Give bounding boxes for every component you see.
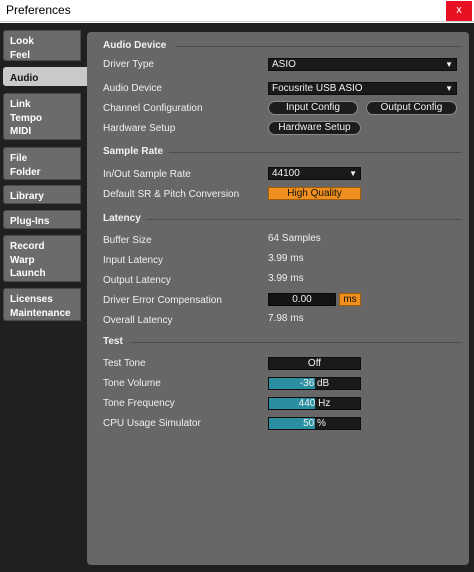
section-divider [131,342,461,343]
title-bar: Preferences x [0,0,474,22]
section-divider [175,46,461,47]
audio-preferences-panel: Audio Device Driver Type ASIO ▼ Audio De… [87,32,469,565]
buffer-size-label: Buffer Size [103,235,152,246]
tab-link-tempo-midi[interactable]: Link Tempo MIDI [3,93,81,140]
section-divider [169,152,461,153]
channel-configuration-label: Channel Configuration [103,103,203,114]
audio-device-dropdown[interactable]: Focusrite USB ASIO ▼ [268,82,457,95]
section-audio-device: Audio Device [103,40,167,51]
sample-rate-dropdown[interactable]: 44100 ▼ [268,167,361,180]
overall-latency-label: Overall Latency [103,315,173,326]
test-tone-toggle[interactable]: Off [268,357,361,370]
overall-latency-value: 7.98 ms [268,313,304,324]
sr-conversion-quality-toggle[interactable]: High Quality [268,187,361,200]
tone-frequency-slider[interactable]: 440 Hz [268,397,361,410]
tab-file-folder[interactable]: File Folder [3,147,81,180]
in-out-sample-rate-label: In/Out Sample Rate [103,169,191,180]
section-divider [147,219,461,220]
cpu-usage-simulator-label: CPU Usage Simulator [103,418,201,429]
tone-frequency-value: 440 Hz [298,398,331,409]
output-config-button[interactable]: Output Config [366,101,457,115]
output-latency-value: 3.99 ms [268,273,304,284]
tab-label: Licenses Maintenance [10,294,71,319]
tab-label: Audio [10,73,39,84]
tab-plug-ins[interactable]: Plug-Ins [3,210,81,229]
triangle-down-icon: ▼ [445,84,453,93]
audio-device-label: Audio Device [103,83,162,94]
window-title: Preferences [6,3,71,17]
tab-library[interactable]: Library [3,185,81,204]
input-config-button[interactable]: Input Config [268,101,358,115]
tone-volume-label: Tone Volume [103,378,161,389]
driver-error-unit: ms [339,293,361,306]
sample-rate-value: 44100 [272,168,300,179]
triangle-down-icon: ▼ [445,60,453,69]
tab-label: Look Feel [10,36,34,61]
driver-error-compensation-label: Driver Error Compensation [103,295,222,306]
tab-label: File Folder [10,153,41,178]
cpu-usage-simulator-value: 50 % [303,418,326,429]
hardware-setup-label: Hardware Setup [103,123,176,134]
tab-record-warp-launch[interactable]: Record Warp Launch [3,235,81,282]
triangle-down-icon: ▼ [349,169,357,178]
section-test: Test [103,336,123,347]
tab-label: Link Tempo MIDI [10,99,43,137]
tab-licenses-maintenance[interactable]: Licenses Maintenance [3,288,81,321]
section-sample-rate: Sample Rate [103,146,164,157]
driver-type-value: ASIO [272,59,296,70]
input-latency-label: Input Latency [103,255,164,266]
tone-volume-value: -36 dB [299,378,330,389]
tab-look-feel[interactable]: Look Feel [3,30,81,61]
tab-audio[interactable]: Audio [3,67,87,86]
input-latency-value: 3.99 ms [268,253,304,264]
cpu-usage-simulator-slider[interactable]: 50 % [268,417,361,430]
default-sr-label: Default SR & Pitch Conversion [103,189,240,200]
tone-frequency-label: Tone Frequency [103,398,175,409]
tab-label: Library [10,191,44,202]
driver-type-label: Driver Type [103,59,154,70]
tab-label: Record Warp Launch [10,241,46,279]
tab-label: Plug-Ins [10,216,50,227]
buffer-size-value[interactable]: 64 Samples [268,233,321,244]
driver-error-compensation-input[interactable]: 0.00 [268,293,336,306]
output-latency-label: Output Latency [103,275,171,286]
preferences-window: Look Feel Audio Link Tempo MIDI File Fol… [0,23,474,572]
audio-device-value: Focusrite USB ASIO [272,83,363,94]
section-latency: Latency [103,213,141,224]
close-button[interactable]: x [446,1,472,21]
tone-volume-slider[interactable]: -36 dB [268,377,361,390]
test-tone-label: Test Tone [103,358,146,369]
hardware-setup-button[interactable]: Hardware Setup [268,121,361,135]
driver-type-dropdown[interactable]: ASIO ▼ [268,58,457,71]
